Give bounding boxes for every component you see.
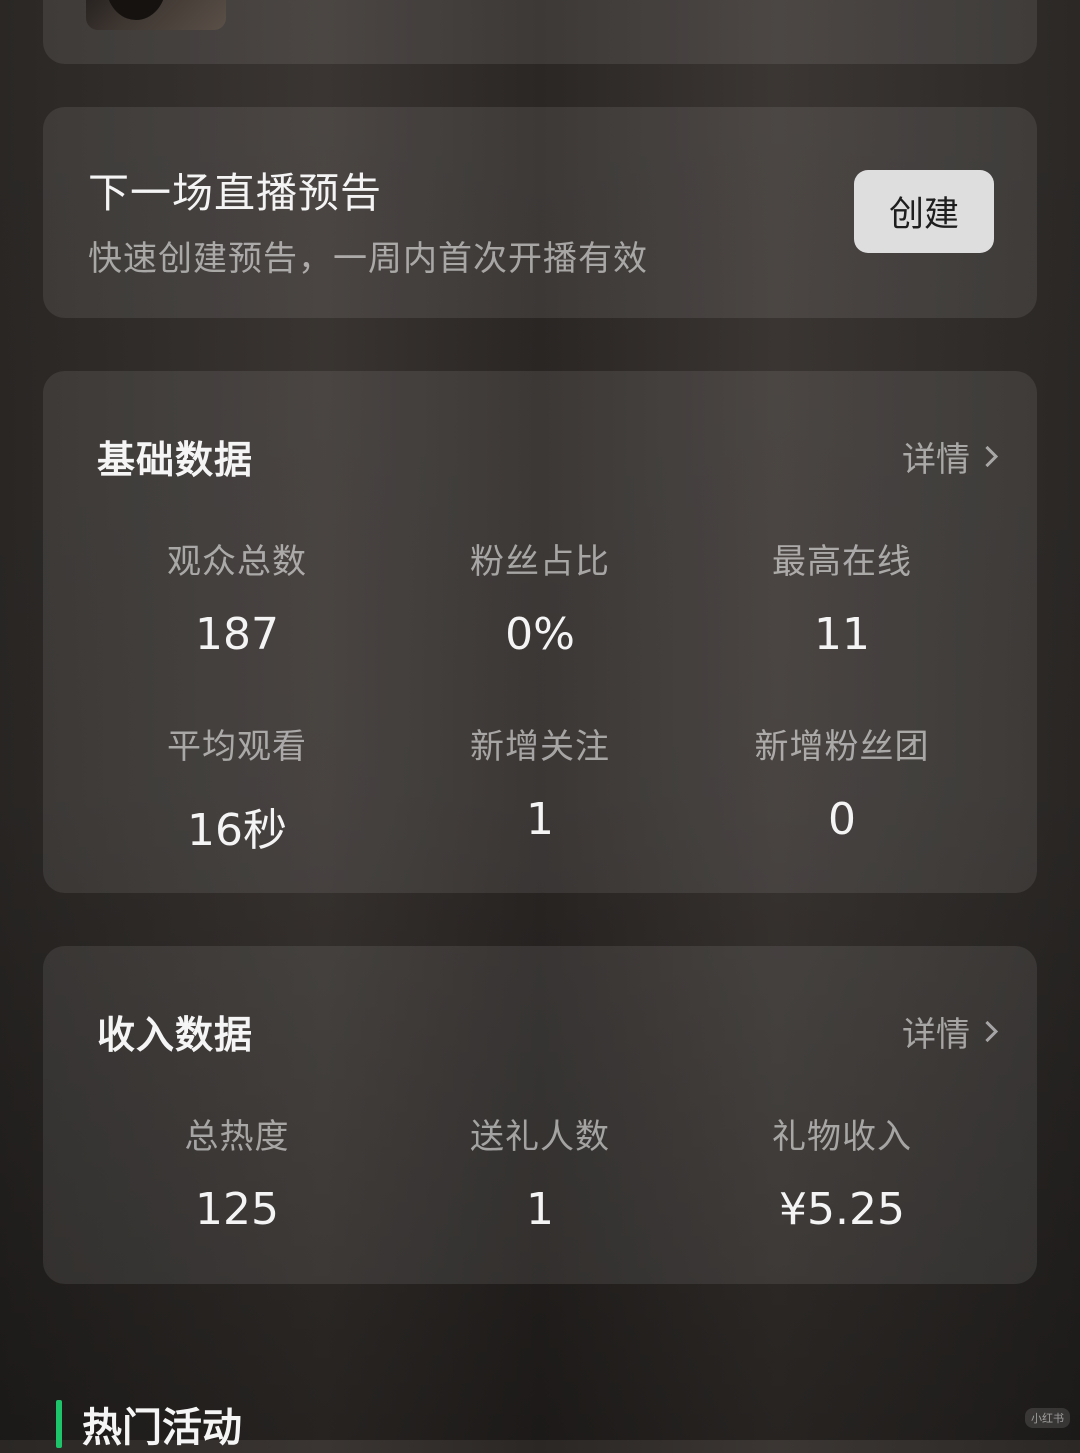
hot-activities-header: 热门活动 <box>56 1395 242 1453</box>
stat-new-fan-club: 新增粉丝团 0 <box>692 719 992 845</box>
stat-value: 1 <box>526 1184 554 1235</box>
stat-value: 187 <box>195 609 279 660</box>
chevron-right-icon <box>976 445 999 467</box>
preview-title: 下一场直播预告 <box>88 169 382 217</box>
stat-label: 粉丝占比 <box>470 542 610 582</box>
stat-label: 新增粉丝团 <box>754 727 930 767</box>
stat-gifters: 送礼人数 1 <box>390 1109 690 1235</box>
watermark-badge: 小红书 <box>1025 1408 1070 1428</box>
stat-avg-watch: 平均观看 16秒 <box>87 719 387 858</box>
live-thumbnail[interactable] <box>86 0 226 30</box>
stat-fan-ratio: 粉丝占比 0% <box>390 534 690 660</box>
stat-new-follows: 新增关注 1 <box>390 719 690 845</box>
stat-total-viewers: 观众总数 187 <box>87 534 387 660</box>
stat-gift-income: 礼物收入 ¥5.25 <box>692 1109 992 1235</box>
create-button[interactable]: 创建 <box>854 170 994 253</box>
stat-label: 送礼人数 <box>470 1117 610 1157</box>
stat-peak-online: 最高在线 11 <box>692 534 992 660</box>
stat-label: 礼物收入 <box>772 1117 912 1157</box>
stat-label: 最高在线 <box>772 542 912 582</box>
income-data-header: 收入数据 详情 <box>97 1006 999 1057</box>
stat-total-heat: 总热度 125 <box>87 1109 387 1235</box>
hot-activities-title: 热门活动 <box>82 1405 242 1451</box>
income-data-card: 收入数据 详情 总热度 125 送礼人数 1 礼物收入 ¥5.25 <box>43 946 1037 1284</box>
basic-data-title: 基础数据 <box>97 437 254 482</box>
detail-label: 详情 <box>902 1014 970 1055</box>
income-data-title: 收入数据 <box>97 1012 254 1057</box>
preview-subtitle: 快速创建预告，一周内首次开播有效 <box>88 239 648 279</box>
stat-value: 0 <box>828 794 856 845</box>
section-accent-bar <box>56 1400 62 1448</box>
stat-value: 1 <box>526 794 554 845</box>
stat-label: 新增关注 <box>470 727 610 767</box>
basic-detail-link[interactable]: 详情 <box>902 432 999 481</box>
income-detail-link[interactable]: 详情 <box>902 1007 999 1056</box>
stat-value: 16秒 <box>187 805 287 856</box>
stat-value: 11 <box>814 609 870 660</box>
stat-label: 总热度 <box>184 1117 290 1157</box>
stat-label: 平均观看 <box>167 727 307 767</box>
live-summary-card <box>43 0 1037 64</box>
stat-value: 0% <box>505 609 575 660</box>
chevron-right-icon <box>976 1020 999 1042</box>
stat-value: ¥5.25 <box>779 1184 905 1235</box>
stat-value: 125 <box>195 1184 279 1235</box>
basic-data-card: 基础数据 详情 观众总数 187 粉丝占比 0% 最高在线 11 平均观看 16… <box>43 371 1037 893</box>
next-live-preview-card: 下一场直播预告 快速创建预告，一周内首次开播有效 创建 <box>43 107 1037 318</box>
detail-label: 详情 <box>902 439 970 480</box>
stat-label: 观众总数 <box>167 542 307 582</box>
basic-data-header: 基础数据 详情 <box>97 431 999 482</box>
